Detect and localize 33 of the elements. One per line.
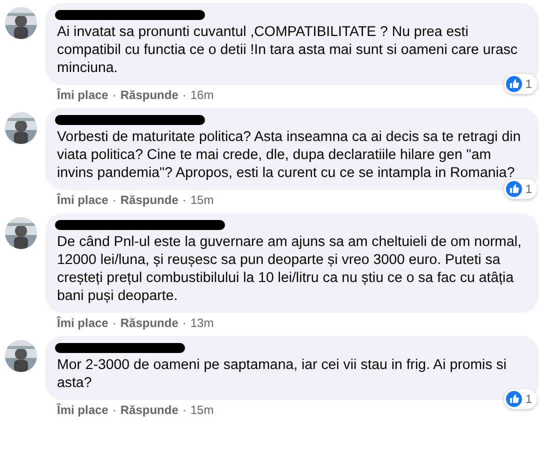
comment-time[interactable]: 16m [190, 88, 214, 108]
separator: · [182, 193, 186, 209]
reaction-badge[interactable]: 1 [504, 389, 537, 409]
reply-link[interactable]: Răspunde [120, 193, 178, 213]
like-link[interactable]: Îmi place [57, 316, 108, 336]
reaction-count: 1 [525, 391, 532, 408]
like-link[interactable]: Îmi place [57, 403, 108, 423]
separator: · [112, 403, 116, 419]
comment-time[interactable]: 13m [190, 316, 214, 336]
separator: · [182, 88, 186, 104]
like-link[interactable]: Îmi place [57, 193, 108, 213]
reaction-count: 1 [525, 76, 532, 93]
thumbs-up-icon [506, 181, 522, 197]
reply-link[interactable]: Răspunde [120, 403, 178, 423]
like-link[interactable]: Îmi place [57, 88, 108, 108]
comment-text: Mor 2-3000 de oameni pe saptamana, iar cei vii stau in frig. Ai promis si asta? [57, 356, 508, 392]
thumbs-up-icon [506, 76, 522, 92]
reply-link[interactable]: Răspunde [120, 316, 178, 336]
comment-time[interactable]: 15m [190, 193, 214, 213]
reaction-badge[interactable]: 1 [504, 179, 537, 199]
reaction-badge[interactable]: 1 [504, 74, 537, 94]
comment-text: De când Pnl-ul este la guvernare am ajuns sa am cheltuieli de om normal, 12000 lei/luna, și reușesc sa pun deoparte și vreo 3000 euro. Puteti sa creșteți prețul combustibilului la 10 lei/litru ca nu știu ce o sa fac cu atâția bani puși deoparte. [57, 233, 522, 305]
reply-link[interactable]: Răspunde [120, 88, 178, 108]
thumbs-up-icon [506, 391, 522, 407]
comment-text: Vorbesti de maturitate politica? Asta inseamna ca ai decis sa te retragi din viata politica? Cine te mai crede, dle, dupa declaratiile hilare gen "am invins pandemia"? Apropos, esti la curent cu ce se intampla in Romania? [57, 128, 522, 182]
comment-time[interactable]: 15m [190, 403, 214, 423]
separator: · [112, 88, 116, 104]
reaction-count: 1 [525, 181, 532, 198]
separator: · [112, 193, 116, 209]
comment-text: Ai invatat sa pronunti cuvantul ,COMPATIBILITATE ? Nu prea esti compatibil cu functia ce o detii !In tara asta mai sunt si oameni care urasc minciuna. [57, 23, 519, 77]
separator: · [112, 316, 116, 332]
separator: · [182, 403, 186, 419]
separator: · [182, 316, 186, 332]
